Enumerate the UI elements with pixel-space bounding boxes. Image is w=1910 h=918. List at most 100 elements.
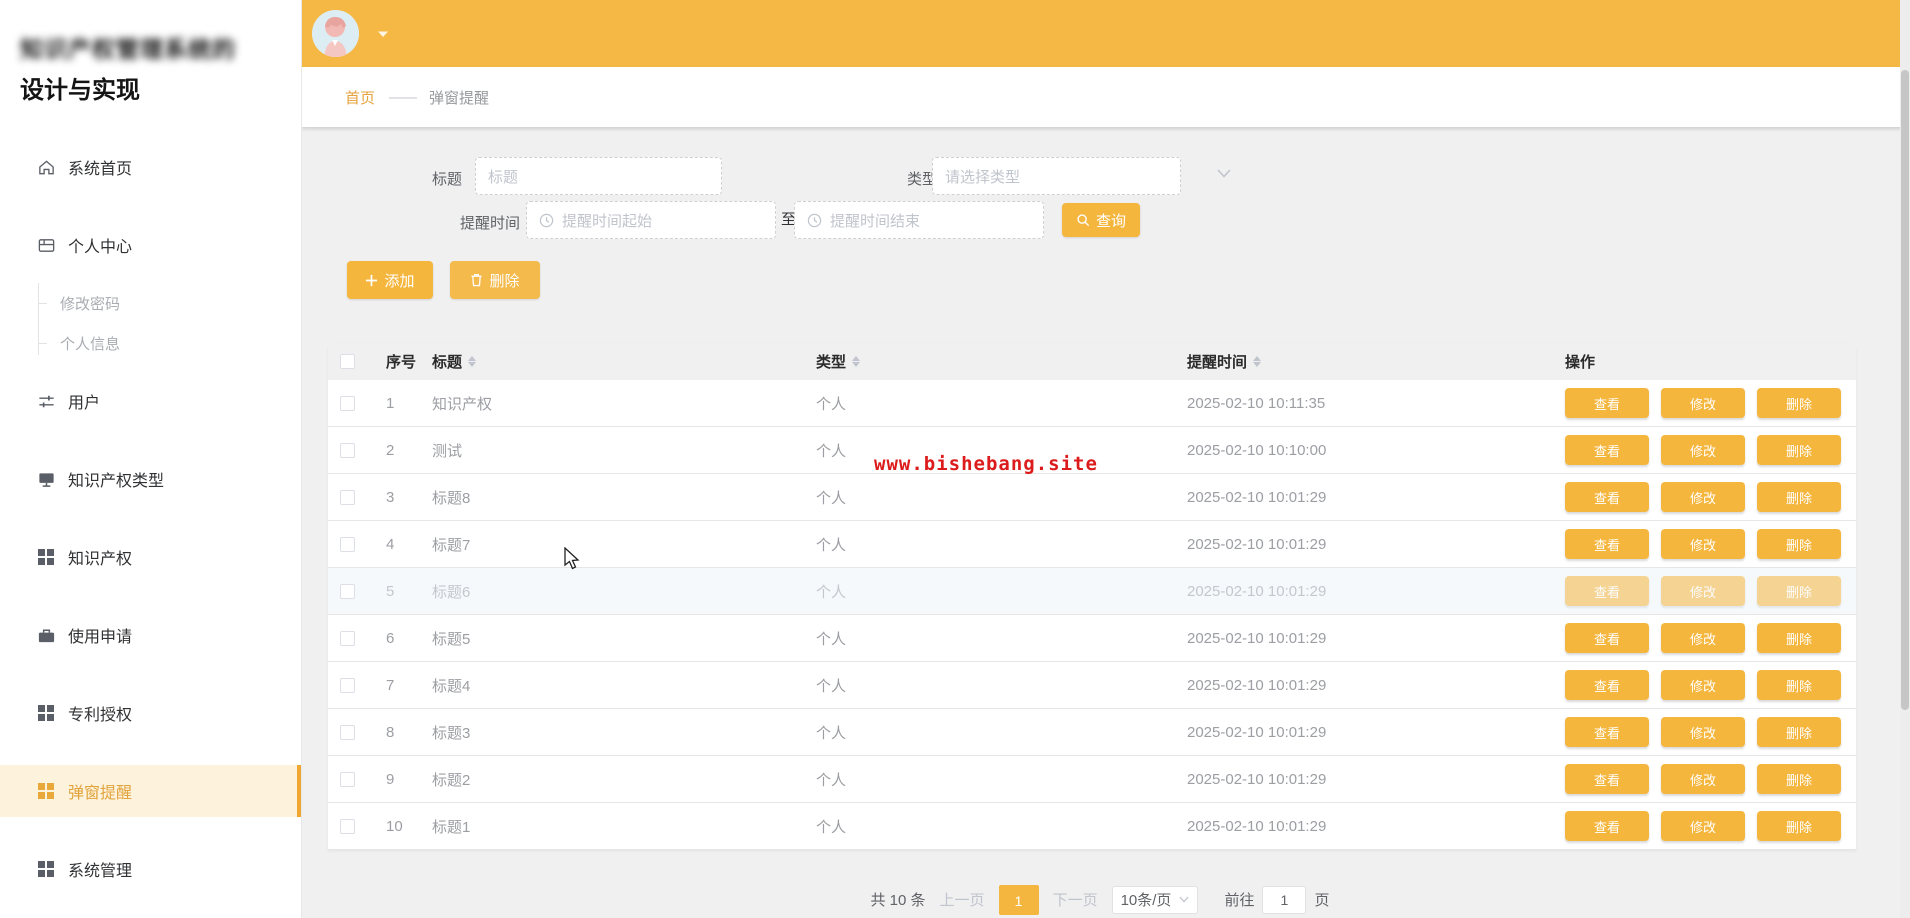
row-checkbox[interactable] xyxy=(340,584,355,599)
sidebar-item-系统首页[interactable]: 系统首页 xyxy=(0,141,301,193)
row-checkbox[interactable] xyxy=(340,725,355,740)
row-no: 9 xyxy=(374,771,420,788)
user-avatar[interactable] xyxy=(312,10,359,57)
row-checkbox-cell xyxy=(328,443,374,458)
chevron-down-icon xyxy=(1179,896,1189,903)
pagination-page-size-select[interactable]: 10条/页 xyxy=(1112,886,1199,914)
type-select[interactable]: 请选择类型 xyxy=(932,157,1181,195)
row-checkbox[interactable] xyxy=(340,678,355,693)
row-actions: 查看修改删除 xyxy=(1553,670,1856,700)
row-checkbox-cell xyxy=(328,584,374,599)
sidebar-item-弹窗提醒[interactable]: 弹窗提醒 xyxy=(0,765,301,817)
data-table: 序号标题类型提醒时间操作 1知识产权个人2025-02-10 10:11:35查… xyxy=(328,343,1856,850)
edit-button[interactable]: 修改 xyxy=(1661,670,1745,700)
time-end-input[interactable]: 提醒时间结束 xyxy=(794,201,1044,239)
app-title-line2: 设计与实现 xyxy=(20,70,287,105)
header-checkbox-cell xyxy=(328,354,374,369)
select-all-checkbox[interactable] xyxy=(340,354,355,369)
edit-button[interactable]: 修改 xyxy=(1661,482,1745,512)
row-checkbox[interactable] xyxy=(340,443,355,458)
row-checkbox[interactable] xyxy=(340,631,355,646)
delete-row-button[interactable]: 删除 xyxy=(1757,623,1841,653)
delete-row-button[interactable]: 删除 xyxy=(1757,764,1841,794)
delete-button-label: 删除 xyxy=(489,270,519,291)
sidebar-item-个人中心[interactable]: 个人中心 xyxy=(0,219,301,271)
time-start-input[interactable]: 提醒时间起始 xyxy=(526,201,776,239)
sort-icon[interactable] xyxy=(852,356,860,367)
table-row: 8标题3个人2025-02-10 10:01:29查看修改删除 xyxy=(328,709,1856,756)
briefcase-icon xyxy=(36,625,56,645)
row-checkbox[interactable] xyxy=(340,819,355,834)
view-button[interactable]: 查看 xyxy=(1565,670,1649,700)
delete-row-button[interactable]: 删除 xyxy=(1757,435,1841,465)
sidebar-item-label: 弹窗提醒 xyxy=(68,779,132,803)
pagination-next-button[interactable]: 下一页 xyxy=(1049,889,1102,910)
row-time: 2025-02-10 10:11:35 xyxy=(1175,395,1553,412)
clock-icon xyxy=(539,213,554,228)
view-button[interactable]: 查看 xyxy=(1565,811,1649,841)
sidebar-subitem-个人信息[interactable]: 个人信息 xyxy=(0,323,301,363)
view-button[interactable]: 查看 xyxy=(1565,529,1649,559)
delete-row-button[interactable]: 删除 xyxy=(1757,388,1841,418)
edit-button[interactable]: 修改 xyxy=(1661,764,1745,794)
row-checkbox-cell xyxy=(328,725,374,740)
row-time: 2025-02-10 10:01:29 xyxy=(1175,771,1553,788)
page-scrollbar[interactable] xyxy=(1900,0,1910,918)
delete-row-button[interactable]: 删除 xyxy=(1757,717,1841,747)
sidebar-item-知识产权[interactable]: 知识产权 xyxy=(0,531,301,583)
row-time: 2025-02-10 10:01:29 xyxy=(1175,630,1553,647)
row-actions: 查看修改删除 xyxy=(1553,717,1856,747)
delete-row-button[interactable]: 删除 xyxy=(1757,529,1841,559)
view-button[interactable]: 查看 xyxy=(1565,388,1649,418)
delete-row-button[interactable]: 删除 xyxy=(1757,576,1841,606)
row-checkbox[interactable] xyxy=(340,537,355,552)
row-checkbox[interactable] xyxy=(340,396,355,411)
edit-button[interactable]: 修改 xyxy=(1661,529,1745,559)
view-button[interactable]: 查看 xyxy=(1565,435,1649,465)
row-checkbox-cell xyxy=(328,490,374,505)
row-checkbox[interactable] xyxy=(340,490,355,505)
sidebar-item-专利授权[interactable]: 专利授权 xyxy=(0,687,301,739)
search-button[interactable]: 查询 xyxy=(1062,203,1140,237)
sidebar-item-知识产权类型[interactable]: 知识产权类型 xyxy=(0,453,301,505)
add-button[interactable]: 添加 xyxy=(347,261,433,299)
delete-button[interactable]: 删除 xyxy=(450,261,540,299)
delete-row-button[interactable]: 删除 xyxy=(1757,811,1841,841)
delete-row-button[interactable]: 删除 xyxy=(1757,670,1841,700)
sort-icon[interactable] xyxy=(468,356,476,367)
row-no: 3 xyxy=(374,489,420,506)
row-time: 2025-02-10 10:01:29 xyxy=(1175,677,1553,694)
edit-button[interactable]: 修改 xyxy=(1661,811,1745,841)
title-input[interactable]: 标题 xyxy=(475,157,722,195)
breadcrumb-home-link[interactable]: 首页 xyxy=(345,87,375,108)
sidebar-item-label: 系统首页 xyxy=(68,155,132,179)
sidebar-item-用户[interactable]: 用户 xyxy=(0,375,301,427)
header-label: 标题 xyxy=(432,351,462,372)
scrollbar-thumb[interactable] xyxy=(1901,70,1909,710)
edit-button[interactable]: 修改 xyxy=(1661,388,1745,418)
home-icon xyxy=(36,157,56,177)
pagination-prev-button[interactable]: 上一页 xyxy=(936,889,989,910)
row-checkbox-cell xyxy=(328,819,374,834)
sort-icon[interactable] xyxy=(1253,356,1261,367)
delete-row-button[interactable]: 删除 xyxy=(1757,482,1841,512)
view-button[interactable]: 查看 xyxy=(1565,482,1649,512)
row-checkbox[interactable] xyxy=(340,772,355,787)
sidebar-item-使用申请[interactable]: 使用申请 xyxy=(0,609,301,661)
header-label: 提醒时间 xyxy=(1187,351,1247,372)
avatar-dropdown-caret-icon[interactable] xyxy=(377,30,389,38)
row-time: 2025-02-10 10:01:29 xyxy=(1175,489,1553,506)
chevron-down-icon[interactable] xyxy=(1217,169,1231,178)
view-button[interactable]: 查看 xyxy=(1565,623,1649,653)
sidebar-subitem-修改密码[interactable]: 修改密码 xyxy=(0,283,301,323)
pagination-page-1[interactable]: 1 xyxy=(999,885,1039,915)
edit-button[interactable]: 修改 xyxy=(1661,623,1745,653)
edit-button[interactable]: 修改 xyxy=(1661,717,1745,747)
view-button[interactable]: 查看 xyxy=(1565,764,1649,794)
sidebar-item-系统管理[interactable]: 系统管理 xyxy=(0,843,301,895)
goto-page-input[interactable]: 1 xyxy=(1262,886,1306,914)
view-button[interactable]: 查看 xyxy=(1565,717,1649,747)
edit-button[interactable]: 修改 xyxy=(1661,576,1745,606)
view-button[interactable]: 查看 xyxy=(1565,576,1649,606)
edit-button[interactable]: 修改 xyxy=(1661,435,1745,465)
